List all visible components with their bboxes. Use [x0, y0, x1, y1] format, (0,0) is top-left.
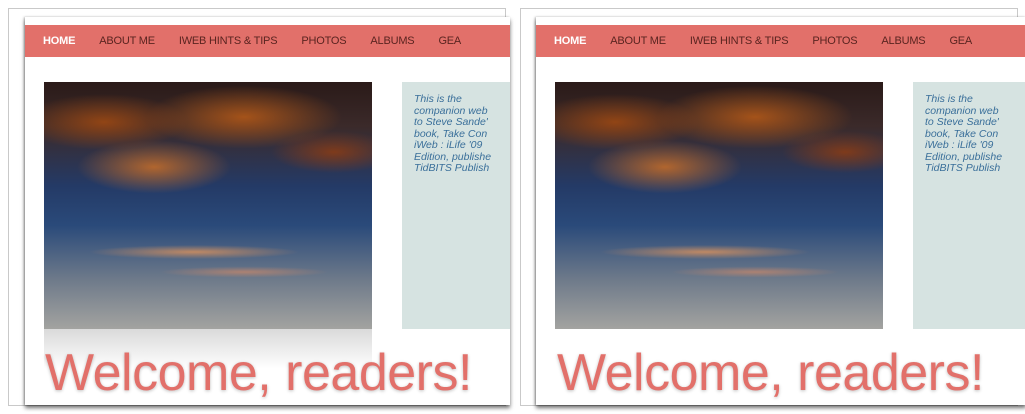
intro-line: This is the [925, 93, 973, 105]
intro-text: This is the companion web to Steve Sande… [414, 93, 510, 175]
nav-home[interactable]: HOME [25, 35, 87, 47]
intro-line: TidBITS Publish [925, 162, 1001, 174]
intro-sidebar: This is the companion web to Steve Sande… [913, 82, 1025, 329]
right-panel: HOME ABOUT ME IWEB HINTS & TIPS PHOTOS A… [520, 8, 1025, 406]
nav-about-me[interactable]: ABOUT ME [87, 35, 167, 47]
nav-about-me[interactable]: ABOUT ME [598, 35, 678, 47]
nav-bar: HOME ABOUT ME IWEB HINTS & TIPS PHOTOS A… [536, 25, 1025, 57]
intro-line: TidBITS Publish [414, 162, 490, 174]
nav-gear[interactable]: GEA [426, 35, 473, 47]
nav-albums[interactable]: ALBUMS [358, 35, 426, 47]
nav-photos[interactable]: PHOTOS [289, 35, 358, 47]
nav-home[interactable]: HOME [536, 35, 598, 47]
left-panel: HOME ABOUT ME IWEB HINTS & TIPS PHOTOS A… [8, 8, 510, 406]
sky-photo [555, 82, 883, 329]
nav-albums[interactable]: ALBUMS [869, 35, 937, 47]
intro-line: iWeb : iLife '09 [925, 139, 994, 151]
nav-iweb-hints-tips[interactable]: IWEB HINTS & TIPS [678, 35, 800, 47]
intro-text: This is the companion web to Steve Sande… [925, 93, 1025, 175]
nav-iweb-hints-tips[interactable]: IWEB HINTS & TIPS [167, 35, 289, 47]
website-window: HOME ABOUT ME IWEB HINTS & TIPS PHOTOS A… [536, 17, 1025, 405]
nav-photos[interactable]: PHOTOS [800, 35, 869, 47]
intro-sidebar: This is the companion web to Steve Sande… [402, 82, 510, 329]
nav-gear[interactable]: GEA [937, 35, 984, 47]
comparison-stage: HOME ABOUT ME IWEB HINTS & TIPS PHOTOS A… [0, 0, 1025, 414]
welcome-heading: Welcome, readers! [557, 344, 984, 402]
welcome-heading: Welcome, readers! [45, 344, 472, 402]
nav-bar: HOME ABOUT ME IWEB HINTS & TIPS PHOTOS A… [25, 25, 510, 57]
website-window: HOME ABOUT ME IWEB HINTS & TIPS PHOTOS A… [25, 17, 510, 405]
intro-line: to Steve Sande' [925, 116, 999, 128]
intro-line: iWeb : iLife '09 [414, 139, 483, 151]
intro-line: to Steve Sande' [414, 116, 488, 128]
intro-line: This is the [414, 93, 462, 105]
sky-photo [44, 82, 372, 329]
